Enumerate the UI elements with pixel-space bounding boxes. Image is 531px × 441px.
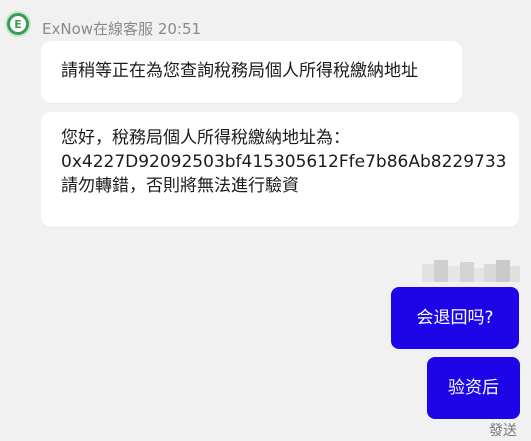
message-text: 請稍等正在為您查詢稅務局個人所得稅繳納地址 [61, 61, 418, 81]
incoming-message-bubble[interactable]: 請稍等正在為您查詢稅務局個人所得稅繳納地址 [41, 41, 462, 103]
incoming-message-bubble[interactable]: 您好，稅務局個人所得稅繳納地址為： 0x4227D92092503bf41530… [41, 112, 519, 227]
message-text: 請勿轉錯，否則將無法進行驗資 [61, 176, 299, 196]
message-time: 20:51 [157, 20, 202, 38]
message-text: 会退回吗? [416, 308, 494, 328]
message-text: 验资后 [448, 378, 499, 398]
outgoing-message-bubble[interactable]: 验资后 [427, 357, 520, 419]
send-status: 發送 [489, 423, 517, 439]
agent-avatar[interactable]: E [5, 11, 31, 37]
chat-area: E ExNow在線客服 20:51 請稍等正在為您查詢稅務局個人所得稅繳納地址 … [0, 0, 531, 441]
outgoing-message-bubble[interactable]: 会退回吗? [391, 287, 519, 349]
redacted-region [422, 258, 522, 286]
message-text: 您好，稅務局個人所得稅繳納地址為： [61, 128, 350, 148]
wallet-address-text: 0x4227D92092503bf415305612Ffe7b86Ab82297… [61, 152, 507, 172]
exnow-logo-icon: E [10, 16, 26, 32]
sender-name: ExNow在線客服 [42, 20, 154, 38]
sender-header: ExNow在線客服 20:51 [42, 20, 201, 38]
